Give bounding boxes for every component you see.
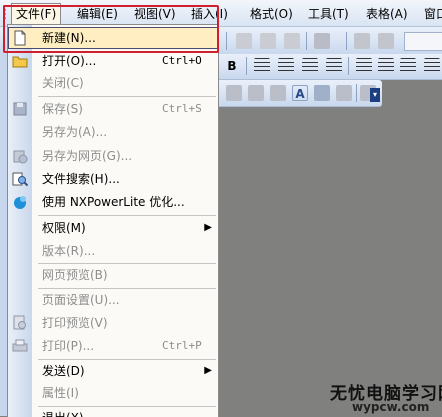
toolbar-separator [346,32,347,50]
menu-file[interactable]: 文件(F) [11,3,62,24]
menu-item-label: 新建(N)... [42,31,96,45]
menu-item-label: 版本(R)... [42,244,96,258]
menu-edit[interactable]: 编辑(E) [77,6,118,22]
menu-item-shortcut: Ctrl+P [162,339,202,352]
menu-insert[interactable]: 插入(I) [191,6,228,22]
menu-window[interactable]: 窗口 [424,6,442,22]
file-search-icon [12,172,28,187]
submenu-arrow-icon: ▶ [204,222,212,233]
menu-item-label: 网页预览(B) [42,268,108,282]
print-preview-icon [13,315,26,330]
bullets-icon[interactable] [424,58,440,74]
menu-item-save-as[interactable]: 另存为(A)... [8,121,218,143]
align-center-icon[interactable] [278,58,294,74]
menu-item-label: 打印预览(V) [42,316,108,330]
menu-item-versions[interactable]: 版本(R)... [8,240,218,262]
menu-separator [38,215,216,216]
file-menu-dropdown: 新建(N)... 打开(O)... Ctrl+O 关闭(C) 保存(S) Ctr… [7,24,219,417]
align-objects-icon[interactable] [226,85,242,101]
menu-item-page-setup[interactable]: 页面设置(U)... [8,289,218,311]
nxpowerlite-icon [14,196,26,209]
menu-item-new[interactable]: 新建(N)... [8,27,218,49]
menu-item-label: 属性(I) [42,386,79,400]
print-icon [12,339,28,352]
menubar-grip[interactable] [3,5,6,21]
menu-item-label: 页面设置(U)... [42,293,120,307]
toolbar-separator [246,57,247,75]
menu-item-properties[interactable]: 属性(I) [8,382,218,404]
menu-item-shortcut: Ctrl+O [162,54,202,67]
formatting-toolbar: B [218,54,442,80]
menu-item-label: 打印(P)... [42,339,95,353]
save-icon [13,102,27,116]
paste-icon[interactable] [284,33,300,49]
menu-item-label: 另存为网页(G)... [42,149,133,163]
menu-table[interactable]: 表格(A) [366,6,408,22]
menu-item-label: 保存(S) [42,102,83,116]
new-document-icon [14,30,26,46]
menu-item-save-as-web[interactable]: 另存为网页(G)... [8,145,218,167]
copy-icon[interactable] [260,33,276,49]
menu-bar: 文件(F) 编辑(E) 视图(V) 插入(I) 格式(O) 工具(T) 表格(A… [0,0,442,27]
menu-item-label: 关闭(C) [42,76,84,90]
align-right-icon[interactable] [302,58,318,74]
distribute-icon[interactable] [248,85,264,101]
toolbar-separator [356,84,357,102]
menu-item-close[interactable]: 关闭(C) [8,72,218,94]
zoom-box[interactable] [404,32,442,51]
menu-item-web-preview[interactable]: 网页预览(B) [8,264,218,286]
bold-icon[interactable]: B [224,58,240,74]
save-web-icon [13,150,28,164]
menu-item-label: 发送(D) [42,364,85,378]
text-box-icon[interactable]: A [292,85,308,101]
menu-item-label: 打开(O)... [42,54,97,68]
line-spacing-icon[interactable] [356,58,372,74]
menu-item-label: 权限(M) [42,221,86,235]
cut-icon[interactable] [236,33,252,49]
indent-icon[interactable] [400,58,416,74]
toolbar-separator [306,32,307,50]
hyperlink-icon[interactable] [354,33,370,49]
menu-item-shortcut: Ctrl+S [162,102,202,115]
menu-item-permission[interactable]: 权限(M) ▶ [8,217,218,239]
menu-view[interactable]: 视图(V) [134,6,176,22]
toolbar-options-icon[interactable]: ▾ [370,88,380,102]
menu-item-print-preview[interactable]: 打印预览(V) [8,312,218,334]
rotate-icon[interactable] [336,85,352,101]
justify-icon[interactable] [326,58,342,74]
menu-item-label: 使用 NXPowerLite 优化... [42,195,185,209]
menu-item-label: 另存为(A)... [42,125,108,139]
menu-item-send[interactable]: 发送(D) ▶ [8,360,218,382]
drawing-toolbar: A ▾ [218,80,382,107]
numbering-icon[interactable] [378,58,394,74]
toolbar-separator [226,32,227,50]
watermark-url: wypcw.com [352,400,430,414]
toolbar-separator [348,57,349,75]
spacing-icon[interactable] [270,85,286,101]
menu-item-nxpowerlite[interactable]: 使用 NXPowerLite 优化... [8,191,218,213]
undo-icon[interactable] [314,33,330,49]
menu-item-file-search[interactable]: 文件搜索(H)... [8,168,218,190]
menu-separator [38,96,216,97]
menu-item-print[interactable]: 打印(P)... Ctrl+P [8,335,218,357]
menu-tools[interactable]: 工具(T) [308,6,349,22]
open-folder-icon [12,56,28,68]
menu-item-open[interactable]: 打开(O)... Ctrl+O [8,50,218,72]
menu-format[interactable]: 格式(O) [250,6,293,22]
submenu-arrow-icon: ▶ [204,365,212,376]
picture-icon[interactable] [314,85,330,101]
tables-borders-icon[interactable] [378,33,394,49]
menu-item-label: 文件搜索(H)... [42,172,120,186]
align-left-icon[interactable] [254,58,270,74]
menu-item-save[interactable]: 保存(S) Ctrl+S [8,98,218,120]
